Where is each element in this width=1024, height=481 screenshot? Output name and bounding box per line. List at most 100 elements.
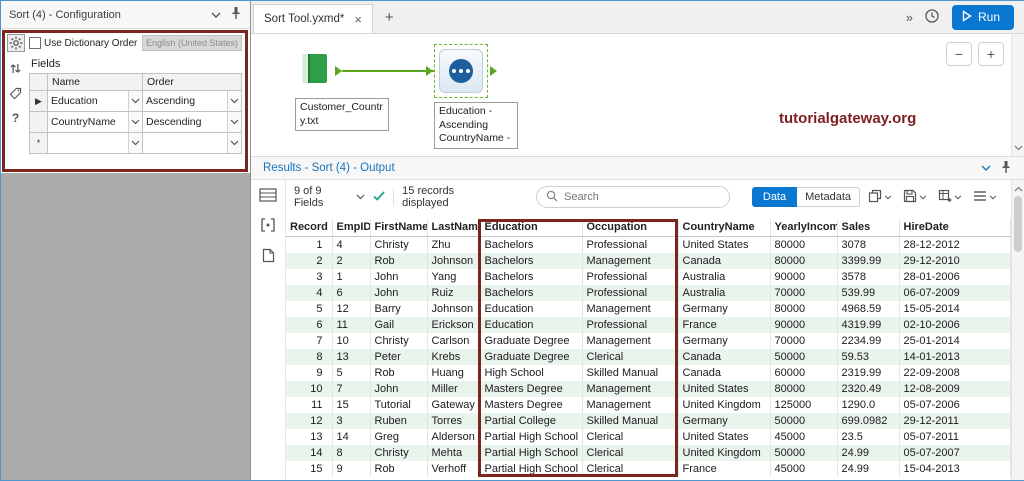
workflow-history-icon[interactable] xyxy=(924,8,940,27)
table-row[interactable]: 12 3 Ruben Torres Partial College Skilled Man… xyxy=(286,412,1011,429)
chevron-down-icon[interactable] xyxy=(128,91,142,111)
zoom-controls: − + xyxy=(946,42,1004,66)
config-tool-strip: ? xyxy=(1,29,27,173)
chevron-down-icon[interactable] xyxy=(954,191,962,203)
cell-record: 10 xyxy=(286,380,333,397)
chevron-down-icon[interactable] xyxy=(211,9,221,21)
chevron-down-icon[interactable] xyxy=(227,112,241,132)
table-row[interactable]: 2 2 Rob Johnson Bachelors Management Canada 800… xyxy=(286,252,1011,269)
table-row[interactable]: 3 1 John Yang Bachelors Professional Australia… xyxy=(286,268,1011,285)
table-row[interactable]: 10 7 John Miller Masters Degree Management Uni… xyxy=(286,380,1011,397)
zoom-out-button[interactable]: − xyxy=(946,42,972,66)
swap-arrows-icon[interactable] xyxy=(7,59,25,77)
sort-tool[interactable] xyxy=(434,44,488,98)
use-dictionary-order-checkbox[interactable] xyxy=(29,37,41,49)
chevron-down-icon[interactable] xyxy=(128,133,142,153)
search-box[interactable] xyxy=(536,186,730,208)
column-header-countryname[interactable]: CountryName xyxy=(678,219,771,237)
column-header-yearlyincome[interactable]: YearlyIncome xyxy=(770,219,838,237)
row-selector[interactable]: ▶ xyxy=(29,90,48,112)
sort-order-dropdown[interactable]: Descending xyxy=(142,111,242,133)
row-selector[interactable]: * xyxy=(29,132,48,154)
cell-firstname: Christy xyxy=(370,332,428,349)
input-anchor-icon[interactable] xyxy=(426,66,433,76)
new-window-table-icon[interactable] xyxy=(938,189,952,206)
pin-icon[interactable] xyxy=(1000,160,1012,177)
results-view-strip xyxy=(251,180,286,480)
table-row[interactable]: 9 5 Rob Huang High School Skilled Manual Canad… xyxy=(286,364,1011,381)
chevron-down-icon[interactable] xyxy=(919,191,927,203)
cell-viewer-icon[interactable] xyxy=(260,218,276,235)
cell-countryname: Australia xyxy=(678,284,771,301)
zoom-in-button[interactable]: + xyxy=(978,42,1004,66)
close-tab-icon[interactable]: × xyxy=(354,13,362,26)
workflow-canvas[interactable]: − + Customer_Country.txt Education - Asc… xyxy=(251,34,1024,156)
scroll-up-icon[interactable] xyxy=(1014,183,1023,195)
column-header-record[interactable]: Record xyxy=(286,219,333,237)
table-row[interactable]: 15 9 Rob Verhoff Partial High School Clerical… xyxy=(286,460,1011,477)
order-column-header: Order xyxy=(142,73,242,91)
table-row[interactable]: 8 13 Peter Krebs Graduate Degree Clerical Cana… xyxy=(286,348,1011,365)
tab-overflow-button[interactable]: » xyxy=(906,10,913,25)
column-header-sales[interactable]: Sales xyxy=(837,219,900,237)
table-row[interactable]: 1 4 Christy Zhu Bachelors Professional United … xyxy=(286,236,1011,253)
table-row[interactable]: 7 10 Christy Carlson Graduate Degree Manageme… xyxy=(286,332,1011,349)
table-row[interactable]: 13 14 Greg Alderson Partial High School Cleri… xyxy=(286,428,1011,445)
locale-dropdown[interactable]: English (United States) xyxy=(141,35,242,51)
run-button[interactable]: Run xyxy=(951,4,1014,30)
cell-empid: 5 xyxy=(332,364,371,381)
copy-icon[interactable] xyxy=(868,189,882,206)
table-row[interactable]: 11 15 Tutorial Gateway Masters Degree Managem… xyxy=(286,396,1011,413)
sort-order-dropdown[interactable] xyxy=(142,132,242,154)
chevron-down-icon[interactable] xyxy=(227,133,241,153)
gear-icon[interactable] xyxy=(6,34,25,52)
save-icon[interactable] xyxy=(903,189,917,206)
results-scrollbar[interactable] xyxy=(1011,180,1024,480)
new-tab-button[interactable]: + xyxy=(385,9,394,26)
table-row[interactable]: 14 8 Christy Mehta Partial High School Cleric… xyxy=(286,444,1011,461)
apply-check-icon[interactable] xyxy=(373,190,385,204)
document-tab[interactable]: Sort Tool.yxmd* × xyxy=(253,4,373,33)
data-view-button[interactable]: Data xyxy=(751,187,798,207)
chevron-down-icon[interactable] xyxy=(981,162,991,174)
table-row[interactable]: 4 6 John Ruiz Bachelors Professional Australia… xyxy=(286,284,1011,301)
chevron-down-icon[interactable] xyxy=(356,194,365,200)
column-header-occupation[interactable]: Occupation xyxy=(582,219,679,237)
row-selector[interactable] xyxy=(29,111,48,133)
search-input[interactable] xyxy=(564,191,720,203)
book-icon xyxy=(295,54,333,89)
chevron-down-icon[interactable] xyxy=(128,112,142,132)
field-name-dropdown[interactable]: Education xyxy=(47,90,143,112)
column-header-lastname[interactable]: LastName xyxy=(427,219,481,237)
chevron-down-icon[interactable] xyxy=(989,191,997,203)
column-header-empid[interactable]: EmpID xyxy=(332,219,371,237)
sort-tool-annotation[interactable]: Education - Ascending CountryName - xyxy=(434,102,518,149)
table-row[interactable]: 5 12 Barry Johnson Education Management German… xyxy=(286,300,1011,317)
pin-icon[interactable] xyxy=(230,6,242,23)
output-anchor-icon[interactable] xyxy=(490,66,497,76)
column-header-education[interactable]: Education xyxy=(480,219,583,237)
field-name-dropdown[interactable] xyxy=(47,132,143,154)
column-header-hiredate[interactable]: HireDate xyxy=(899,219,1011,237)
chevron-down-icon[interactable] xyxy=(227,91,241,111)
tag-icon[interactable] xyxy=(7,84,25,102)
column-header-firstname[interactable]: FirstName xyxy=(370,219,428,237)
metadata-view-button[interactable]: Metadata xyxy=(797,187,860,207)
input-data-tool[interactable] xyxy=(295,52,341,92)
grid-view-icon[interactable] xyxy=(259,188,277,205)
cell-hiredate: 25-01-2014 xyxy=(899,332,1011,349)
cell-lastname: Johnson xyxy=(427,252,481,269)
scroll-down-icon[interactable] xyxy=(1014,142,1023,154)
field-name-dropdown[interactable]: CountryName xyxy=(47,111,143,133)
help-icon[interactable]: ? xyxy=(7,109,25,127)
input-tool-label[interactable]: Customer_Country.txt xyxy=(295,98,389,132)
fields-summary[interactable]: 9 of 9 Fields xyxy=(294,185,348,209)
scrollbar-thumb[interactable] xyxy=(1014,196,1022,252)
canvas-scrollbar[interactable] xyxy=(1011,34,1024,156)
cell-countryname: Canada xyxy=(678,252,771,269)
chevron-down-icon[interactable] xyxy=(884,191,892,203)
profile-view-icon[interactable] xyxy=(262,248,275,266)
menu-icon[interactable] xyxy=(973,190,987,205)
sort-order-dropdown[interactable]: Ascending xyxy=(142,90,242,112)
table-row[interactable]: 6 11 Gail Erickson Education Professional Fran… xyxy=(286,316,1011,333)
